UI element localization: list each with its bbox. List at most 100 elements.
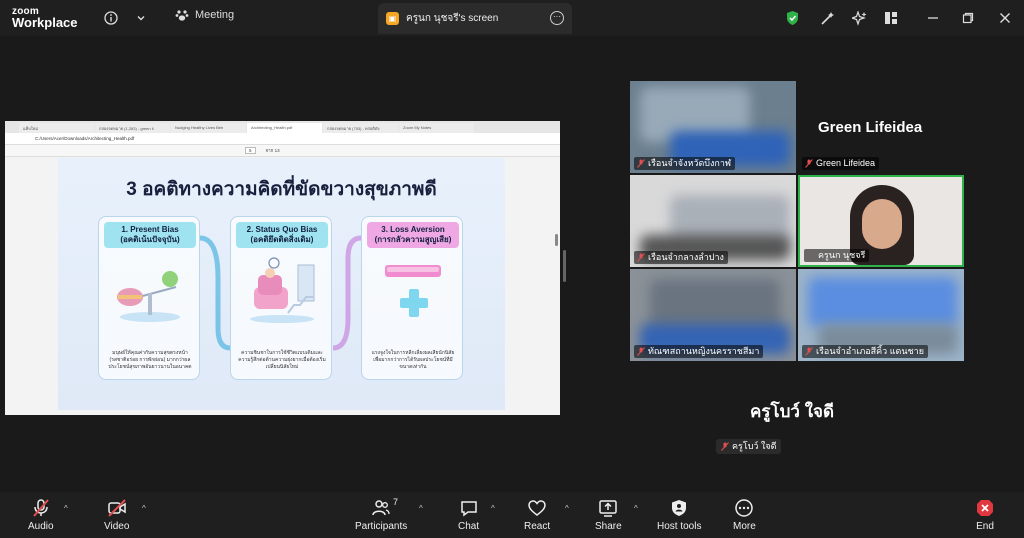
more-options-icon[interactable]: ··· (550, 11, 564, 25)
pdf-scrollbar-thumb[interactable] (555, 234, 558, 246)
blurred-video (808, 277, 958, 327)
browser-tab-strip: แท็บใหม่ กล่องจดหมาย (1,283) - green li … (5, 121, 560, 133)
card-subtitle: (การกลัวความสูญเสีย) (374, 235, 452, 244)
card-present-bias: 1. Present Bias (อคติเน้นปัจจุบัน) มนุษย… (98, 216, 200, 380)
host-tools-button[interactable]: Host tools (657, 498, 701, 532)
participant-name-text: เรือนจำจังหวัดบึงกาฬ (648, 158, 732, 168)
more-button[interactable]: More (733, 498, 756, 532)
zoom-logo: zoom Workplace (12, 6, 78, 30)
mic-muted-icon (637, 159, 645, 168)
mic-muted-icon (721, 442, 729, 451)
video-button[interactable]: Video (104, 498, 129, 532)
participants-options-chevron-icon[interactable]: ^ (419, 504, 423, 513)
meeting-tab[interactable]: Meeting (175, 8, 234, 22)
participant-tile[interactable]: เรือนจำจังหวัดบึงกาฬ (630, 81, 796, 173)
pdf-page-input[interactable]: 5 (245, 147, 256, 154)
card-subtitle: (อคติเน้นปัจจุบัน) (120, 235, 180, 244)
video-options-chevron-icon[interactable]: ^ (142, 504, 146, 513)
mic-muted-icon (33, 499, 49, 517)
shared-screen[interactable]: แท็บใหม่ กล่องจดหมาย (1,283) - green li … (5, 121, 560, 415)
magic-pen-icon[interactable] (817, 8, 837, 28)
info-icon[interactable] (101, 8, 121, 28)
participant-name: ครูนก นุชจรี (804, 249, 870, 262)
title-bar: zoom Workplace Meeting ▣ ครูนก นุชจรี's … (0, 0, 1024, 36)
chat-icon (460, 501, 477, 517)
security-shield-icon[interactable] (782, 8, 802, 28)
end-meeting-icon (977, 500, 993, 516)
participant-display-name: Green Lifeidea (818, 119, 923, 136)
mic-muted-icon (637, 347, 645, 356)
participant-name: เรือนจำอำเภอสีคิ้ว แดนชาย (802, 345, 928, 358)
chat-button[interactable]: Chat (458, 498, 479, 532)
browser-tab[interactable]: Zoom My Notes (399, 123, 474, 133)
browser-tab[interactable]: แท็บใหม่ (19, 123, 94, 133)
card-body: ความชินชาในการใช้ชีวิตแบบเดิมและความรู้ส… (238, 350, 326, 370)
screen-tab-label: ครูนก นุชจรี's screen (406, 13, 499, 24)
meeting-toolbar: Audio ^ Video ^ Participants 7 ^ Chat ^ … (0, 492, 1024, 538)
react-button[interactable]: React (524, 498, 550, 532)
card-header: 2. Status Quo Bias (อคติยึดติดสิ่งเดิม) (236, 222, 328, 248)
more-label: More (733, 521, 756, 532)
participants-label: Participants (355, 521, 408, 532)
participant-name-text: เรือนจำอำเภอสีคิ้ว แดนชาย (816, 346, 924, 356)
browser-tab[interactable]: Nudging Healthy Lives Beh (171, 123, 246, 133)
active-speaker-label: ครูโบว์ ใจดี (716, 439, 782, 454)
chevron-down-icon[interactable] (131, 8, 151, 28)
close-icon[interactable] (995, 8, 1015, 28)
participant-tile[interactable]: เรือนจำอำเภอสีคิ้ว แดนชาย (798, 269, 964, 361)
participant-tile[interactable]: ทัณฑสถานหญิงนครราชสีมา (630, 269, 796, 361)
shared-screen-tab[interactable]: ▣ ครูนก นุชจรี's screen ··· (378, 3, 572, 34)
logo-line2: Workplace (12, 15, 78, 30)
burger-scale-illustration (117, 271, 180, 322)
zoom-window: zoom Workplace Meeting ▣ ครูนก นุชจรี's … (0, 0, 1024, 538)
share-button[interactable]: Share (595, 498, 622, 532)
react-options-chevron-icon[interactable]: ^ (565, 504, 569, 513)
card-subtitle: (อคติยึดติดสิ่งเดิม) (250, 235, 314, 244)
card-status-quo-bias: 2. Status Quo Bias (อคติยึดติดสิ่งเดิม) … (230, 216, 332, 380)
ai-sparkle-icon[interactable] (849, 8, 869, 28)
audio-options-chevron-icon[interactable]: ^ (64, 504, 68, 513)
armchair-illustration (250, 257, 315, 323)
participant-name-text: Green Lifeidea (816, 158, 876, 168)
minus-plus-illustration (385, 265, 441, 317)
paw-icon (175, 10, 189, 21)
share-options-chevron-icon[interactable]: ^ (634, 504, 638, 513)
mic-muted-icon (805, 347, 813, 356)
layout-view-icon[interactable] (881, 8, 901, 28)
minimize-icon[interactable] (923, 8, 943, 28)
restore-icon[interactable] (958, 8, 978, 28)
react-label: React (524, 521, 551, 532)
chat-label: Chat (458, 521, 480, 532)
card-header: 1. Present Bias (อคติเน้นปัจจุบัน) (104, 222, 196, 248)
chat-options-chevron-icon[interactable]: ^ (491, 504, 495, 513)
participant-tile-active-speaker[interactable]: ครูนก นุชจรี (798, 175, 964, 267)
screen-share-icon: ▣ (386, 12, 399, 25)
participants-count: 7 (393, 497, 399, 507)
audio-label: Audio (28, 521, 54, 532)
participant-tile[interactable]: เรือนจำกลางลำปาง (630, 175, 796, 267)
participant-name-text: เรือนจำกลางลำปาง (648, 252, 724, 262)
participant-name: เรือนจำจังหวัดบึงกาฬ (634, 157, 736, 170)
mic-muted-icon (637, 253, 645, 262)
address-text: C:/Users/Acer/Downloads/Architecting_Hea… (35, 136, 135, 141)
host-tools-label: Host tools (657, 521, 702, 532)
pdf-slide: 3 อคติทางความคิดที่ขัดขวางสุขภาพดี 1. Pr… (58, 158, 505, 410)
card-title: 3. Loss Aversion (381, 225, 445, 234)
participant-tile[interactable]: Green Lifeidea Green Lifeidea (798, 81, 964, 173)
participants-button[interactable]: Participants (355, 498, 407, 532)
split-drag-handle[interactable] (563, 250, 566, 282)
browser-tab[interactable]: กล่องจดหมาย (1,283) - green li (95, 123, 170, 133)
card-title: 2. Status Quo Bias (246, 225, 318, 234)
participants-icon (372, 500, 390, 516)
participant-name: Green Lifeidea (802, 157, 880, 170)
participant-name: เรือนจำกลางลำปาง (634, 251, 728, 264)
audio-button[interactable]: Audio (28, 498, 54, 532)
browser-address-bar[interactable]: C:/Users/Acer/Downloads/Architecting_Hea… (5, 133, 560, 145)
meeting-tab-label: Meeting (195, 9, 235, 21)
participant-name-text: ทัณฑสถานหญิงนครราชสีมา (648, 346, 760, 356)
heart-icon (528, 500, 546, 516)
end-button[interactable]: End (975, 498, 995, 532)
browser-tab[interactable]: กล่องจดหมาย (753) - คร่อติดัง (323, 123, 398, 133)
browser-tab-active[interactable]: Architecting_Health.pdf (247, 123, 322, 133)
active-speaker-label-text: ครูโบว์ ใจดี (732, 441, 777, 451)
